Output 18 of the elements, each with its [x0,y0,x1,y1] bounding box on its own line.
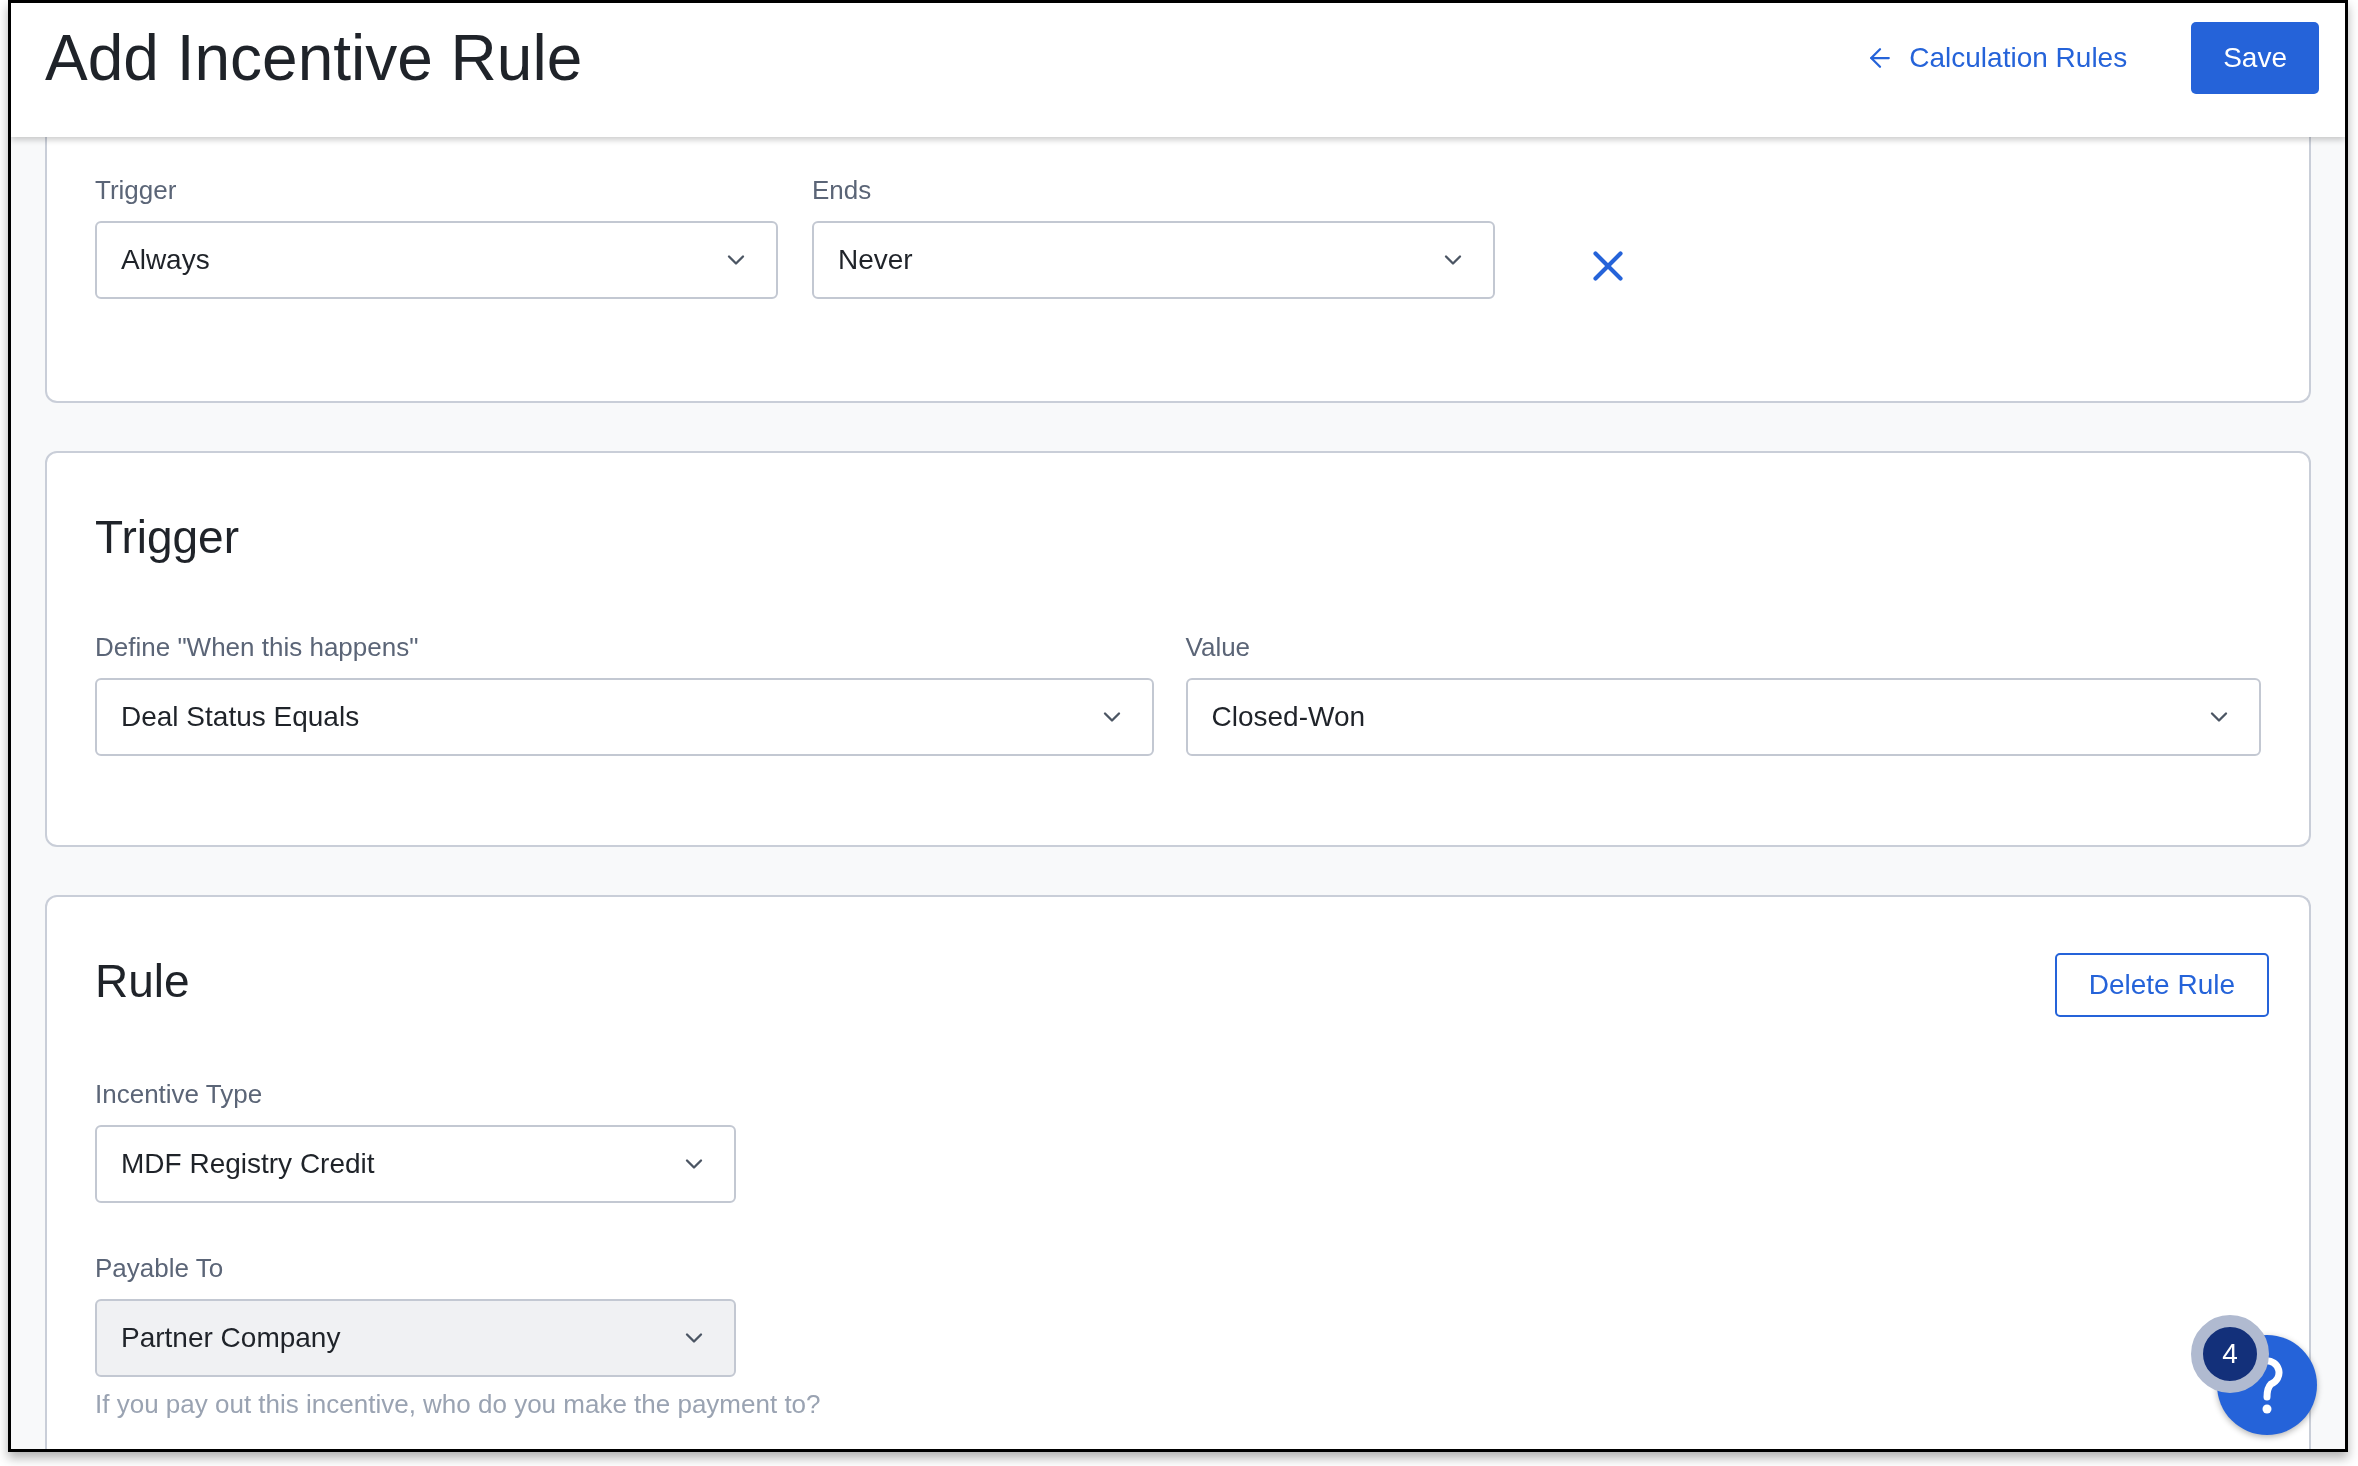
select-field[interactable]: Always [95,221,778,299]
page-title: Add Incentive Rule [45,21,583,96]
field-label: Trigger [95,174,177,207]
select-field[interactable]: Deal Status Equals [95,678,1154,756]
delete-rule-button[interactable]: Delete Rule [2054,953,2269,1017]
select-field[interactable]: MDF Registry Credit [95,1125,736,1203]
help-text: If you pay out this incentive, who do you make the payment to? [95,1388,821,1421]
field-label: Ends [812,174,872,207]
field-label: Value [1185,631,1251,664]
select-field[interactable]: Never [812,221,1495,299]
save-button[interactable]: Save [2191,22,2319,94]
field-label: Incentive Type [95,1078,263,1111]
section-title: Rule [95,954,190,1009]
select-field[interactable]: Closed-Won [1185,678,2261,756]
back-link[interactable]: Calculation Rules [1865,37,2128,79]
field-label: Define "When this happens" [95,631,419,664]
field-label: Payable To [95,1252,224,1285]
section-title: Trigger [95,510,239,565]
